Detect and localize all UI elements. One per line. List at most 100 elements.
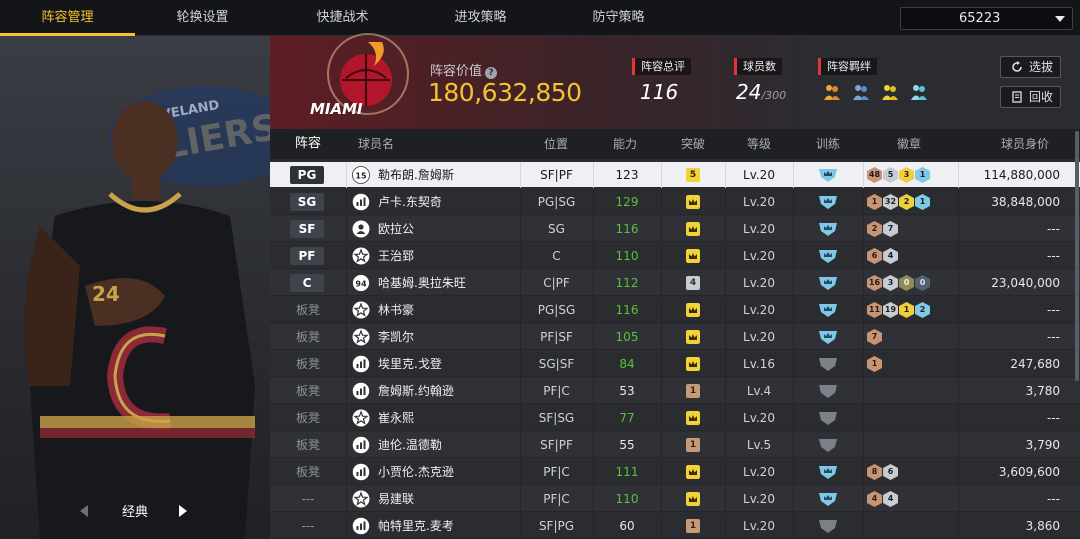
badge-icon[interactable]: 48: [867, 167, 882, 183]
bond-icon-yellow[interactable]: [880, 82, 900, 102]
roster-row[interactable]: 板凳 林书豪 PG|SG 116 Lv.20 11 19 1 2 ---: [270, 297, 1080, 323]
training-icon[interactable]: [818, 221, 838, 237]
badge-icon[interactable]: 19: [883, 302, 898, 318]
column-header-position[interactable]: 位置: [519, 129, 593, 159]
column-separator: [793, 405, 794, 431]
tab-quick-tactics[interactable]: 快捷战术: [275, 0, 410, 36]
player-name[interactable]: 崔永熙: [378, 405, 414, 431]
badge-icon[interactable]: 2: [899, 194, 914, 210]
tab-defense-strategy[interactable]: 防守策略: [551, 0, 686, 36]
tab-offense-strategy[interactable]: 进攻策略: [413, 0, 548, 36]
badge-icon[interactable]: 0: [915, 275, 930, 291]
player-name[interactable]: 欧拉公: [378, 216, 414, 242]
badge-icon[interactable]: 32: [883, 194, 898, 210]
column-header-badges[interactable]: 徽章: [863, 129, 955, 159]
training-icon[interactable]: [818, 329, 838, 345]
training-icon[interactable]: [818, 275, 838, 291]
training-icon[interactable]: [818, 356, 838, 372]
badge-icon[interactable]: 5: [883, 167, 898, 183]
column-header-name[interactable]: 球员名: [346, 129, 406, 159]
badge-icon[interactable]: 1: [867, 356, 882, 372]
training-icon[interactable]: [818, 437, 838, 453]
recycle-button[interactable]: 回收: [1000, 86, 1061, 108]
roster-row[interactable]: PF 王治郅 C 110 Lv.20 6 4 ---: [270, 243, 1080, 269]
badge-icon[interactable]: 8: [867, 464, 882, 480]
training-icon[interactable]: [818, 194, 838, 210]
training-icon[interactable]: [818, 248, 838, 264]
column-header-training[interactable]: 训练: [793, 129, 863, 159]
training-icon[interactable]: [818, 464, 838, 480]
lineup-selector-dropdown[interactable]: 65223: [900, 7, 1073, 30]
column-header-ability[interactable]: 能力: [593, 129, 657, 159]
badge-icon[interactable]: 11: [867, 302, 882, 318]
badge-icon[interactable]: 7: [867, 329, 882, 345]
team-bond-label: 阵容羁绊: [818, 58, 877, 75]
roster-row[interactable]: 板凳 埃里克.戈登 SG|SF 84 Lv.16 1 247,680: [270, 351, 1080, 377]
player-name[interactable]: 勒布朗.詹姆斯: [378, 162, 454, 188]
bond-icon-blue[interactable]: [851, 82, 871, 102]
player-name[interactable]: 迪伦.温德勒: [378, 432, 442, 458]
roster-row[interactable]: --- 帕特里克.麦考 SF|PG 60 1 Lv.20 3,860: [270, 513, 1080, 539]
player-name[interactable]: 哈基姆.奥拉朱旺: [378, 270, 466, 296]
badge-icon[interactable]: 2: [867, 221, 882, 237]
training-icon[interactable]: [818, 302, 838, 318]
badge-icon[interactable]: 3: [883, 275, 898, 291]
player-name[interactable]: 小贾伦.杰克逊: [378, 459, 454, 485]
roster-row[interactable]: C 94 哈基姆.奥拉朱旺 C|PF 112 4 Lv.20 16 3 0 0 23,040,000: [270, 270, 1080, 296]
badge-icon[interactable]: 6: [867, 248, 882, 264]
column-separator: [661, 432, 662, 458]
badge-icon[interactable]: 16: [867, 275, 882, 291]
badge-icon[interactable]: 1: [867, 194, 882, 210]
crown-icon: [686, 330, 700, 344]
player-name[interactable]: 易建联: [378, 486, 414, 512]
training-icon[interactable]: [818, 410, 838, 426]
roster-row[interactable]: 板凳 詹姆斯.约翰逊 PF|C 53 1 Lv.4 3,780: [270, 378, 1080, 404]
badge-icon[interactable]: 2: [915, 302, 930, 318]
column-separator: [958, 162, 959, 188]
bond-icon-orange[interactable]: [822, 82, 842, 102]
roster-row[interactable]: PG 15 勒布朗.詹姆斯 SF|PF 123 5 Lv.20 48 5 3 1 114,880,00…: [270, 162, 1080, 188]
roster-row[interactable]: 板凳 李凯尔 PF|SF 105 Lv.20 7 ---: [270, 324, 1080, 350]
roster-scrollbar[interactable]: [1075, 131, 1079, 381]
roster-row[interactable]: SF 欧拉公 SG 116 Lv.20 2 7 ---: [270, 216, 1080, 242]
column-header-breakthrough[interactable]: 突破: [661, 129, 725, 159]
roster-row[interactable]: 板凳 迪伦.温德勒 SF|PF 55 1 Lv.5 3,790: [270, 432, 1080, 458]
training-icon[interactable]: [818, 518, 838, 534]
tab-rotation-settings[interactable]: 轮换设置: [135, 0, 270, 36]
player-name[interactable]: 卢卡.东契奇: [378, 189, 442, 215]
training-icon[interactable]: [818, 491, 838, 507]
select-player-button[interactable]: 选拔: [1000, 56, 1061, 78]
player-name[interactable]: 帕特里克.麦考: [378, 513, 454, 539]
badge-icon[interactable]: 4: [883, 248, 898, 264]
column-header-slot[interactable]: 阵容: [270, 129, 346, 159]
badge-icon[interactable]: 1: [915, 167, 930, 183]
badge-icon[interactable]: 1: [915, 194, 930, 210]
crown-icon: [686, 357, 700, 371]
player-name[interactable]: 王治郅: [378, 243, 414, 269]
badge-icon[interactable]: 3: [899, 167, 914, 183]
roster-row[interactable]: --- 易建联 PF|C 110 Lv.20 4 4 ---: [270, 486, 1080, 512]
player-name[interactable]: 李凯尔: [378, 324, 414, 350]
badge-icon[interactable]: 0: [899, 275, 914, 291]
tab-lineup-management[interactable]: 阵容管理: [0, 0, 135, 36]
player-name[interactable]: 林书豪: [378, 297, 414, 323]
player-name[interactable]: 埃里克.戈登: [378, 351, 442, 377]
badge-icon[interactable]: 1: [899, 302, 914, 318]
column-separator: [346, 189, 347, 215]
next-arrow-icon[interactable]: [179, 505, 187, 517]
badge-icon[interactable]: 4: [883, 491, 898, 507]
player-name[interactable]: 詹姆斯.约翰逊: [378, 378, 454, 404]
roster-row[interactable]: 板凳 小贾伦.杰克逊 PF|C 111 Lv.20 8 6 3,609,600: [270, 459, 1080, 485]
player-badges: 27: [867, 221, 899, 237]
column-header-level[interactable]: 等级: [725, 129, 793, 159]
roster-row[interactable]: 板凳 崔永熙 SF|SG 77 Lv.20 ---: [270, 405, 1080, 431]
badge-icon[interactable]: 4: [867, 491, 882, 507]
badge-icon[interactable]: 7: [883, 221, 898, 237]
training-icon[interactable]: [818, 383, 838, 399]
refresh-icon: [1012, 61, 1022, 72]
badge-icon[interactable]: 6: [883, 464, 898, 480]
column-header-price[interactable]: 球员身价: [980, 129, 1070, 159]
bond-icon-cyan[interactable]: [909, 82, 929, 102]
roster-row[interactable]: SG 卢卡.东契奇 PG|SG 129 Lv.20 1 32 2 1 38,848,000: [270, 189, 1080, 215]
training-icon[interactable]: [818, 167, 838, 183]
